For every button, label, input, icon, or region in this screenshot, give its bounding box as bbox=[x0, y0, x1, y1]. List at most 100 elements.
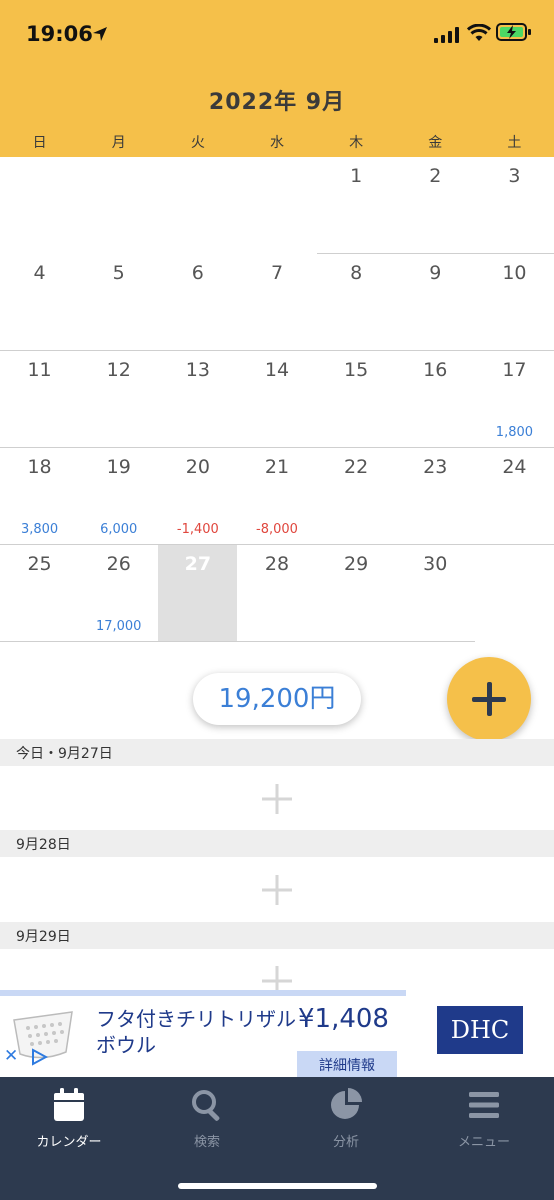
add-entry-plus-icon[interactable] bbox=[262, 875, 292, 905]
day-amount: 3,800 bbox=[20, 522, 59, 537]
calendar-day[interactable]: 22 bbox=[317, 448, 396, 545]
location-arrow-icon bbox=[93, 27, 107, 41]
plus-icon bbox=[472, 682, 506, 716]
day-amount: -8,000 bbox=[256, 522, 298, 537]
day-number: 14 bbox=[264, 359, 290, 381]
calendar-day[interactable]: 5 bbox=[79, 254, 158, 351]
ad-product-name: フタ付きチリトリザルボウル bbox=[96, 1007, 296, 1057]
day-number: 5 bbox=[112, 262, 125, 284]
calendar-day[interactable]: 23 bbox=[396, 448, 475, 545]
ad-choices-icon[interactable] bbox=[30, 1048, 48, 1066]
day-amount: 6,000 bbox=[100, 522, 138, 537]
home-indicator bbox=[178, 1183, 377, 1189]
weekday-label: 火 bbox=[190, 135, 205, 151]
day-number: 16 bbox=[423, 359, 448, 381]
calendar-day[interactable]: 11 bbox=[0, 351, 79, 448]
day-header-sep28: 9月28日 bbox=[0, 830, 554, 857]
calendar-day[interactable]: 10 bbox=[475, 254, 554, 351]
ad-close-icon[interactable]: ✕ bbox=[4, 1046, 18, 1066]
add-entry-button[interactable] bbox=[447, 657, 531, 741]
menu-icon bbox=[469, 1092, 499, 1118]
day-number: 25 bbox=[27, 553, 52, 575]
calendar-day-today[interactable]: 27 bbox=[158, 545, 238, 642]
tab-label: 分析 bbox=[332, 1135, 359, 1150]
week-divider bbox=[0, 641, 475, 642]
calendar-day[interactable]: 17 1,800 bbox=[475, 351, 554, 448]
calendar-day[interactable]: 26 17,000 bbox=[79, 545, 158, 642]
calendar-day[interactable]: 18 3,800 bbox=[0, 448, 79, 545]
tab-calendar[interactable]: カレンダー bbox=[0, 1077, 138, 1157]
day-number: 13 bbox=[185, 359, 210, 381]
calendar-day[interactable]: 19 6,000 bbox=[79, 448, 158, 545]
day-number: 1 bbox=[350, 165, 363, 187]
calendar-day[interactable]: 20 -1,400 bbox=[158, 448, 237, 545]
day-number: 6 bbox=[191, 262, 204, 284]
calendar-day[interactable]: 15 bbox=[317, 351, 396, 448]
status-time: 19:06 bbox=[26, 22, 93, 46]
tab-analysis[interactable]: 分析 bbox=[277, 1077, 415, 1157]
month-title[interactable]: 2022年 9月 bbox=[0, 84, 554, 116]
calendar-day[interactable]: 8 bbox=[317, 254, 396, 351]
calendar-day[interactable]: 13 bbox=[158, 351, 237, 448]
calendar-day[interactable]: 4 bbox=[0, 254, 79, 351]
header: 19:06 2022年 9月 日 月 火 水 木 金 土 bbox=[0, 0, 554, 157]
weekday-label: 水 bbox=[269, 135, 284, 151]
add-entry-plus-icon[interactable] bbox=[262, 784, 292, 814]
tab-menu[interactable]: メニュー bbox=[415, 1077, 553, 1157]
calendar-day[interactable]: 3 bbox=[475, 157, 554, 254]
day-number: 10 bbox=[502, 262, 527, 284]
calendar-day[interactable]: 12 bbox=[79, 351, 158, 448]
calendar-day[interactable]: 24 bbox=[475, 448, 554, 545]
day-number: 9 bbox=[429, 262, 442, 284]
calendar-day[interactable]: 2 bbox=[396, 157, 475, 254]
day-number: 24 bbox=[502, 456, 527, 478]
day-number: 27 bbox=[184, 553, 212, 575]
calendar-icon bbox=[54, 1088, 84, 1121]
day-number: 8 bbox=[350, 262, 363, 284]
day-header-label: 9月28日 bbox=[16, 837, 71, 853]
cellular-signal-icon bbox=[434, 27, 459, 43]
weekday-row: 日 月 火 水 木 金 土 bbox=[0, 132, 554, 156]
calendar-day[interactable]: 21 -8,000 bbox=[237, 448, 316, 545]
weekday-label: 土 bbox=[507, 135, 522, 151]
day-number: 7 bbox=[270, 262, 284, 284]
calendar-day[interactable]: 25 bbox=[0, 545, 79, 642]
day-number: 20 bbox=[185, 456, 210, 478]
day-number: 17 bbox=[502, 359, 527, 381]
ad-banner[interactable]: ✕ フタ付きチリトリザルボウル ¥1,408 詳細情報 DHC bbox=[0, 990, 554, 1077]
monthly-total[interactable]: 19,200円 bbox=[193, 673, 361, 725]
day-number: 15 bbox=[344, 359, 369, 381]
day-header-label: 今日・9月27日 bbox=[16, 746, 113, 762]
ad-detail-button[interactable]: 詳細情報 bbox=[297, 1051, 397, 1077]
tab-label: 検索 bbox=[193, 1135, 220, 1150]
calendar-day[interactable]: 7 bbox=[237, 254, 316, 351]
calendar-day[interactable]: 9 bbox=[396, 254, 475, 351]
tab-label: カレンダー bbox=[36, 1135, 102, 1150]
ad-price: ¥1,408 bbox=[298, 1004, 389, 1034]
day-number: 19 bbox=[106, 456, 131, 478]
day-number: 11 bbox=[27, 359, 52, 381]
day-header-sep29: 9月29日 bbox=[0, 922, 554, 949]
tab-label: メニュー bbox=[457, 1135, 510, 1150]
day-number: 3 bbox=[508, 165, 521, 187]
day-number: 23 bbox=[423, 456, 448, 478]
calendar-day[interactable]: 30 bbox=[396, 545, 475, 642]
search-icon bbox=[192, 1090, 220, 1121]
calendar-day[interactable]: 6 bbox=[158, 254, 237, 351]
wifi-icon bbox=[467, 24, 491, 41]
weekday-label: 日 bbox=[32, 135, 47, 151]
tab-bar: カレンダー 検索 分析 メニュー bbox=[0, 1077, 554, 1200]
calendar-day[interactable]: 28 bbox=[237, 545, 316, 642]
day-number: 28 bbox=[264, 553, 290, 575]
pie-chart-icon bbox=[331, 1088, 362, 1119]
ad-accent-bar bbox=[0, 990, 406, 996]
calendar-day[interactable]: 14 bbox=[237, 351, 316, 448]
ad-brand-logo: DHC bbox=[437, 1006, 523, 1054]
tab-search[interactable]: 検索 bbox=[138, 1077, 276, 1157]
calendar-day[interactable]: 16 bbox=[396, 351, 475, 448]
day-number: 21 bbox=[264, 456, 290, 478]
calendar-day[interactable]: 1 bbox=[317, 157, 396, 254]
day-number: 26 bbox=[106, 553, 131, 575]
calendar-day[interactable]: 29 bbox=[317, 545, 396, 642]
day-number: 4 bbox=[33, 262, 46, 284]
